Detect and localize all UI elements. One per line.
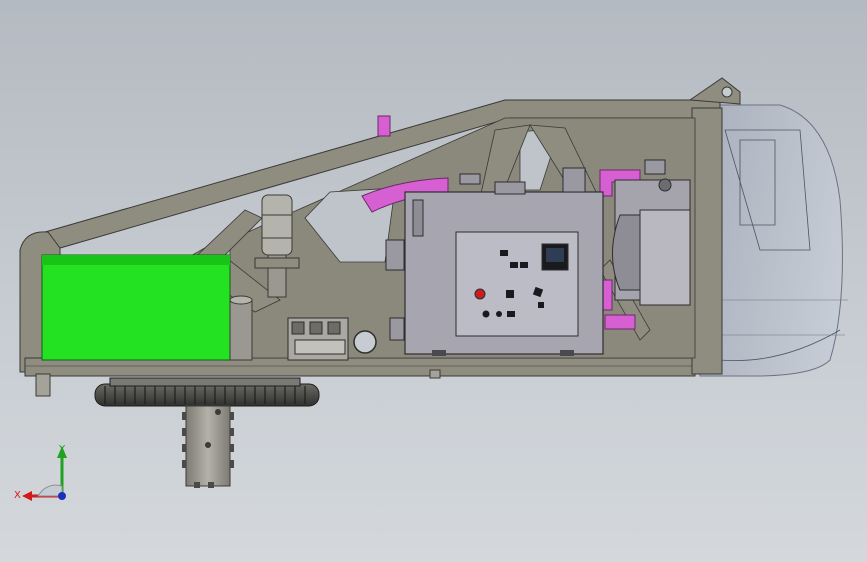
electric-motor[interactable] xyxy=(612,159,691,306)
y-axis-label: Y xyxy=(58,444,66,455)
x-axis-label: X xyxy=(14,490,21,501)
slewing-ring-gear[interactable] xyxy=(94,377,320,407)
hydraulic-tank[interactable] xyxy=(41,254,231,361)
drive-shaft[interactable] xyxy=(182,405,234,488)
cad-viewport[interactable] xyxy=(0,0,867,562)
emergency-stop-button[interactable] xyxy=(474,288,486,300)
triad-z-axis xyxy=(37,484,66,500)
coordinate-triad: Y X xyxy=(14,444,67,501)
control-cabinet[interactable] xyxy=(404,167,604,356)
control-panel[interactable] xyxy=(455,231,579,337)
pump-motor[interactable] xyxy=(229,295,253,361)
